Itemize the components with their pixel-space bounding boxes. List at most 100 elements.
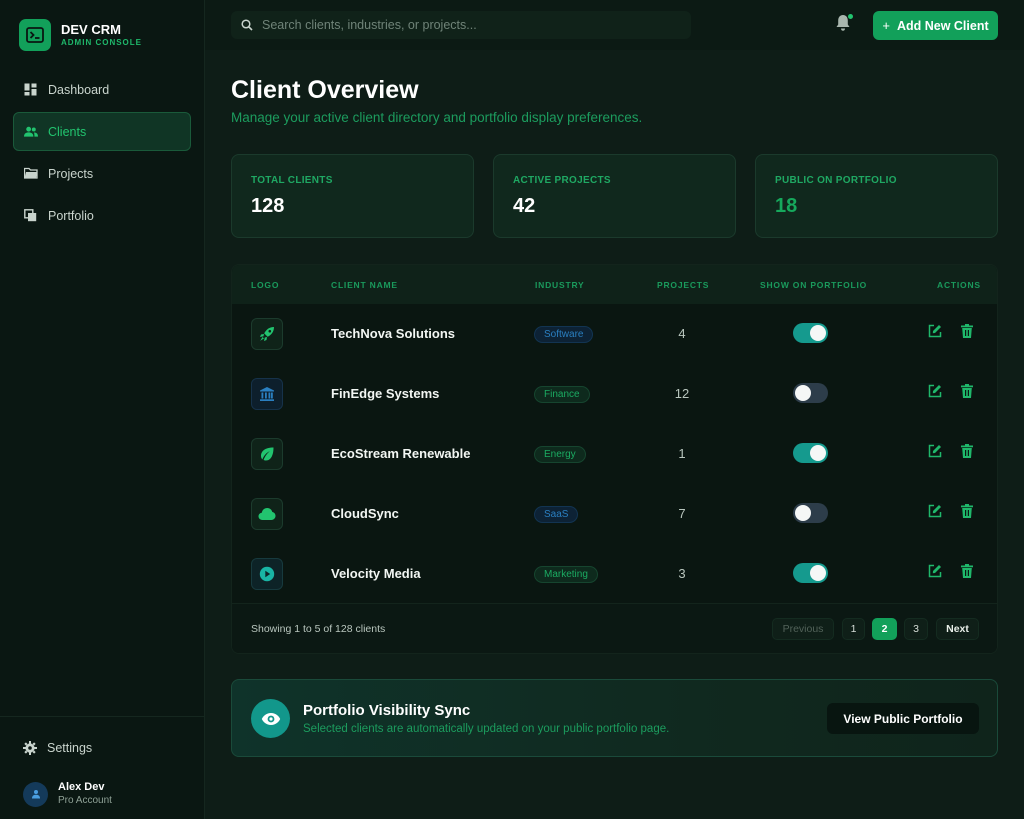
stat-value: 18: [775, 195, 798, 217]
client-name[interactable]: Velocity Media: [331, 566, 421, 581]
column-header-logo: LOGO: [251, 280, 280, 290]
users-icon: [24, 125, 38, 139]
portfolio-toggle[interactable]: [793, 383, 828, 403]
copy-icon: [24, 208, 38, 223]
view-public-portfolio-button[interactable]: View Public Portfolio: [827, 703, 979, 734]
portfolio-toggle[interactable]: [793, 503, 828, 523]
industry-badge: Energy: [534, 446, 586, 463]
sidebar-item-dashboard[interactable]: Dashboard: [13, 70, 191, 109]
stat-card-active-projects: ACTIVE PROJECTS 42: [493, 154, 736, 238]
client-name[interactable]: FinEdge Systems: [331, 386, 439, 401]
toggle-knob: [810, 325, 826, 341]
industry-badge: Marketing: [534, 566, 598, 583]
project-count: 3: [678, 566, 686, 581]
portfolio-toggle[interactable]: [793, 443, 828, 463]
industry-badge: Finance: [534, 386, 590, 403]
sidebar-item-label: Clients: [48, 124, 87, 139]
dashboard-icon: [24, 83, 38, 97]
avatar: [23, 781, 48, 807]
stat-value: 128: [251, 195, 285, 217]
portfolio-toggle[interactable]: [793, 563, 828, 583]
folder-icon: [24, 167, 38, 181]
pagination-page-3[interactable]: 3: [904, 618, 928, 640]
stat-card-total-clients: TOTAL CLIENTS 128: [231, 154, 474, 238]
project-count: 7: [678, 506, 686, 521]
sidebar-item-clients[interactable]: Clients: [13, 112, 191, 151]
brand-subtitle: ADMIN CONSOLE: [61, 37, 142, 47]
column-header-client-name[interactable]: CLIENT NAME: [331, 280, 398, 290]
table-row[interactable]: Velocity Media Marketing 3: [232, 544, 997, 604]
gear-icon: [23, 741, 37, 755]
edit-icon[interactable]: [928, 564, 942, 578]
bank-icon: [251, 378, 283, 410]
user-name: Alex Dev: [58, 781, 105, 793]
play-icon: [251, 558, 283, 590]
trash-icon[interactable]: [961, 384, 973, 398]
rocket-icon: [251, 318, 283, 350]
search-input[interactable]: [262, 18, 662, 32]
table-row[interactable]: EcoStream Renewable Energy 1: [232, 424, 997, 484]
cloud-icon: [251, 498, 283, 530]
trash-icon[interactable]: [961, 564, 973, 578]
pagination-summary: Showing 1 to 5 of 128 clients: [251, 623, 386, 635]
portfolio-sync-banner: Portfolio Visibility Sync Selected clien…: [231, 679, 998, 757]
trash-icon[interactable]: [961, 504, 973, 518]
stat-value: 42: [513, 195, 536, 217]
stat-card-public-portfolio: PUBLIC ON PORTFOLIO 18: [755, 154, 998, 238]
sidebar-footer: Settings Alex Dev Pro Account: [0, 716, 205, 819]
sidebar: DEV CRM ADMIN CONSOLE Dashboard Clients …: [0, 0, 205, 819]
page-subtitle: Manage your active client directory and …: [231, 110, 643, 125]
edit-icon[interactable]: [928, 444, 942, 458]
edit-icon[interactable]: [928, 324, 942, 338]
edit-icon[interactable]: [928, 384, 942, 398]
project-count: 12: [674, 386, 690, 401]
add-new-client-button[interactable]: + Add New Client: [873, 11, 998, 40]
table-row[interactable]: FinEdge Systems Finance 12: [232, 364, 997, 424]
table-header: LOGO CLIENT NAME INDUSTRY PROJECTS SHOW …: [232, 265, 997, 304]
settings-link[interactable]: Settings: [23, 741, 92, 755]
add-new-client-label: Add New Client: [896, 18, 989, 33]
eye-icon: [251, 699, 290, 738]
table-row[interactable]: CloudSync SaaS 7: [232, 484, 997, 544]
client-name[interactable]: CloudSync: [331, 506, 399, 521]
user-icon: [31, 790, 40, 799]
leaf-icon: [251, 438, 283, 470]
notifications-button[interactable]: [835, 14, 853, 32]
client-name[interactable]: EcoStream Renewable: [331, 446, 470, 461]
client-name[interactable]: TechNova Solutions: [331, 326, 455, 341]
column-header-actions: ACTIONS: [937, 280, 981, 290]
project-count: 4: [678, 326, 686, 341]
search-icon: [241, 19, 253, 31]
pagination-next-button[interactable]: Next: [936, 618, 979, 640]
column-header-projects[interactable]: PROJECTS: [657, 280, 709, 290]
page-title: Client Overview: [231, 76, 419, 104]
edit-icon[interactable]: [928, 504, 942, 518]
portfolio-toggle[interactable]: [793, 323, 828, 343]
trash-icon[interactable]: [961, 324, 973, 338]
pagination-page-2[interactable]: 2: [872, 618, 897, 640]
stat-label: ACTIVE PROJECTS: [513, 175, 611, 186]
table-footer: Showing 1 to 5 of 128 clients Previous 1…: [232, 603, 997, 653]
settings-label: Settings: [47, 741, 93, 755]
table-row[interactable]: TechNova Solutions Software 4: [232, 304, 997, 364]
notification-dot: [848, 14, 853, 19]
sync-title: Portfolio Visibility Sync: [303, 702, 471, 719]
stat-label: TOTAL CLIENTS: [251, 175, 333, 186]
toggle-knob: [810, 565, 826, 581]
brand[interactable]: DEV CRM ADMIN CONSOLE: [19, 19, 142, 51]
search-bar[interactable]: [231, 11, 691, 39]
stat-label: PUBLIC ON PORTFOLIO: [775, 175, 897, 186]
industry-badge: SaaS: [534, 506, 579, 523]
pagination-previous-button[interactable]: Previous: [772, 618, 834, 640]
sidebar-item-portfolio[interactable]: Portfolio: [13, 196, 191, 235]
brand-name: DEV CRM: [61, 21, 121, 37]
sidebar-item-label: Portfolio: [48, 208, 94, 223]
pagination-page-1[interactable]: 1: [842, 618, 865, 640]
clients-table: LOGO CLIENT NAME INDUSTRY PROJECTS SHOW …: [231, 264, 998, 654]
column-header-industry[interactable]: INDUSTRY: [535, 280, 585, 290]
plus-icon: +: [882, 18, 890, 33]
trash-icon[interactable]: [961, 444, 973, 458]
toggle-knob: [795, 385, 811, 401]
user-profile[interactable]: Alex Dev Pro Account: [23, 781, 112, 807]
sidebar-item-projects[interactable]: Projects: [13, 154, 191, 193]
